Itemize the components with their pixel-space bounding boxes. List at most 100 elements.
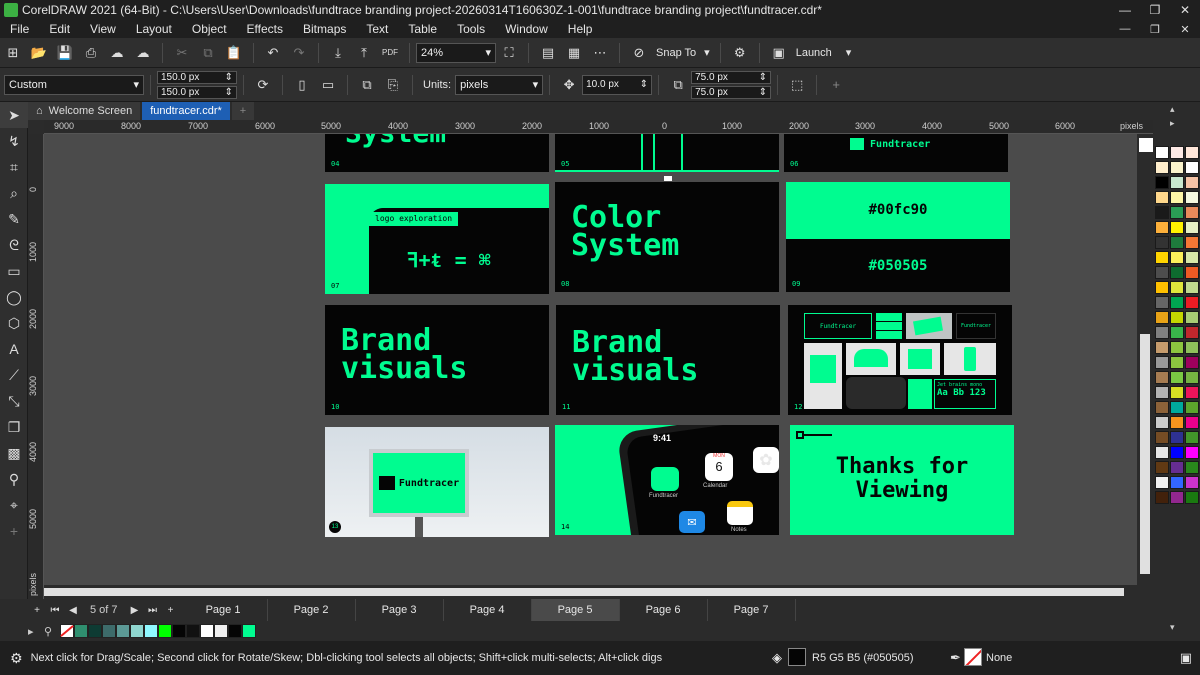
paste-icon[interactable]: 📋 — [223, 42, 245, 64]
print-icon[interactable]: ⎙ — [80, 42, 102, 64]
palette-color-swatch[interactable] — [1185, 416, 1199, 429]
page-size-preset-combo[interactable]: Custom ▾ — [4, 74, 144, 95]
palette-color-swatch[interactable] — [1185, 446, 1199, 459]
document-color-swatch[interactable] — [88, 624, 102, 638]
slide-08[interactable]: Color System 08 — [555, 182, 779, 292]
eyedropper-tool-icon[interactable]: ⚲ — [0, 466, 28, 492]
current-page-size-icon[interactable]: ⎘ — [382, 74, 404, 96]
next-page-button[interactable]: ▶ — [126, 601, 144, 619]
slide-11[interactable]: Brand visuals 11 — [556, 305, 780, 415]
slide-06[interactable]: Fundtracer 06 — [784, 134, 1008, 172]
status-gear-icon[interactable]: ⚙ — [10, 650, 23, 667]
document-color-swatch[interactable] — [144, 624, 158, 638]
palette-color-swatch[interactable] — [1170, 206, 1184, 219]
copy-icon[interactable]: ⧉ — [197, 42, 219, 64]
text-tool-icon[interactable]: A — [0, 336, 28, 362]
tab-welcome-screen[interactable]: ⌂ Welcome Screen — [28, 102, 141, 120]
cloud-upload-icon[interactable]: ☁ — [106, 42, 128, 64]
palette-color-swatch[interactable] — [1155, 266, 1169, 279]
status-display-icon[interactable]: ▣ — [1180, 650, 1192, 666]
units-combo[interactable]: pixels ▾ — [455, 74, 544, 95]
ellipse-tool-icon[interactable]: ◯ — [0, 284, 28, 310]
palette-color-swatch[interactable] — [1155, 341, 1169, 354]
palette-color-swatch[interactable] — [1185, 431, 1199, 444]
page-width-field[interactable]: 150.0 px ⇕ — [157, 70, 237, 84]
rectangle-tool-icon[interactable]: ▭ — [0, 258, 28, 284]
guidelines-icon[interactable]: ⋯ — [589, 42, 611, 64]
document-color-swatch[interactable] — [74, 624, 88, 638]
landscape-icon[interactable]: ▭ — [317, 74, 339, 96]
all-pages-size-icon[interactable]: ⧉ — [356, 74, 378, 96]
document-color-swatch[interactable] — [228, 624, 242, 638]
palette-color-swatch[interactable] — [1155, 386, 1169, 399]
palette-color-swatch[interactable] — [1185, 371, 1199, 384]
duplicate-x-field[interactable]: 75.0 px ⇕ — [691, 70, 772, 84]
menu-table[interactable]: Table — [398, 22, 447, 36]
palette-color-swatch[interactable] — [1170, 251, 1184, 264]
open-folder-icon[interactable]: 📂 — [28, 42, 50, 64]
interactive-fill-icon[interactable]: ⌖ — [0, 492, 28, 518]
palette-color-swatch[interactable] — [1170, 431, 1184, 444]
no-color-swatch[interactable] — [1139, 138, 1153, 152]
undo-icon[interactable]: ↶ — [262, 42, 284, 64]
page-tab-2[interactable]: Page 2 — [268, 599, 356, 621]
add-icon[interactable]: + — [825, 74, 847, 96]
add-page-after-button[interactable]: + — [162, 601, 180, 619]
palette-scroll-down-icon[interactable]: ▾ — [1170, 622, 1175, 633]
document-color-swatch[interactable] — [116, 624, 130, 638]
palette-color-swatch[interactable] — [1170, 176, 1184, 189]
palette-color-swatch[interactable] — [1155, 191, 1169, 204]
palette-color-swatch[interactable] — [1170, 401, 1184, 414]
palette-color-swatch[interactable] — [1185, 146, 1199, 159]
palette-expand-icon[interactable]: ▸ — [28, 625, 44, 638]
slide-13-billboard[interactable]: Fundtracer 13 — [325, 427, 549, 537]
cloud-download-icon[interactable]: ☁ — [132, 42, 154, 64]
add-page-before-button[interactable]: + — [28, 601, 46, 619]
palette-menu-icon[interactable]: ▸ — [1170, 118, 1175, 129]
palette-color-swatch[interactable] — [1155, 326, 1169, 339]
vertical-scroll-thumb[interactable] — [1140, 334, 1150, 574]
page-tab-5[interactable]: Page 5 — [531, 599, 620, 621]
palette-color-swatch[interactable] — [1155, 221, 1169, 234]
tab-fundtracer-document[interactable]: fundtracer.cdr* — [142, 102, 230, 120]
drop-shadow-icon[interactable]: ❐ — [0, 414, 28, 440]
nudge-distance-field[interactable]: 10.0 px ⇕ — [582, 74, 653, 95]
zoom-tool-icon[interactable]: ⌕ — [0, 180, 28, 206]
zoom-to-page-icon[interactable]: ⛶ — [498, 42, 520, 64]
grid-icon[interactable]: ▦ — [563, 42, 585, 64]
menu-tools[interactable]: Tools — [447, 22, 495, 36]
document-color-swatch[interactable] — [102, 624, 116, 638]
selection-handle[interactable] — [664, 176, 672, 181]
palette-color-swatch[interactable] — [1155, 371, 1169, 384]
export-icon[interactable]: ⤒ — [353, 42, 375, 64]
parallel-dimension-icon[interactable]: ⟋ — [0, 362, 28, 388]
palette-color-swatch[interactable] — [1185, 401, 1199, 414]
document-color-swatch[interactable] — [186, 624, 200, 638]
palette-color-swatch[interactable] — [1155, 236, 1169, 249]
polygon-tool-icon[interactable]: ⬡ — [0, 310, 28, 336]
page-tab-3[interactable]: Page 3 — [356, 599, 444, 621]
options-gear-icon[interactable]: ⚙ — [729, 42, 751, 64]
menu-layout[interactable]: Layout — [126, 22, 182, 36]
palette-color-swatch[interactable] — [1155, 311, 1169, 324]
document-color-swatch[interactable] — [172, 624, 186, 638]
palette-color-swatch[interactable] — [1170, 281, 1184, 294]
palette-color-swatch[interactable] — [1170, 491, 1184, 504]
menu-edit[interactable]: Edit — [39, 22, 80, 36]
page-height-field[interactable]: 150.0 px ⇕ — [157, 85, 237, 99]
page-tab-6[interactable]: Page 6 — [620, 599, 708, 621]
outline-pen-icon[interactable]: ✒ — [950, 650, 961, 666]
duplicate-y-field[interactable]: 75.0 px ⇕ — [691, 85, 772, 99]
palette-color-swatch[interactable] — [1155, 446, 1169, 459]
treat-as-filled-icon[interactable]: ⬚ — [786, 74, 808, 96]
menu-window[interactable]: Window — [495, 22, 558, 36]
zoom-level-combo[interactable]: 24% ▾ — [416, 42, 496, 63]
new-document-icon[interactable]: ⊞ — [2, 42, 24, 64]
palette-color-swatch[interactable] — [1155, 281, 1169, 294]
pdf-icon[interactable]: PDF — [379, 42, 401, 64]
menu-text[interactable]: Text — [356, 22, 398, 36]
add-tool-icon[interactable]: + — [0, 518, 28, 544]
palette-color-swatch[interactable] — [1170, 266, 1184, 279]
outline-color-swatch[interactable] — [964, 648, 982, 666]
palette-color-swatch[interactable] — [1185, 341, 1199, 354]
